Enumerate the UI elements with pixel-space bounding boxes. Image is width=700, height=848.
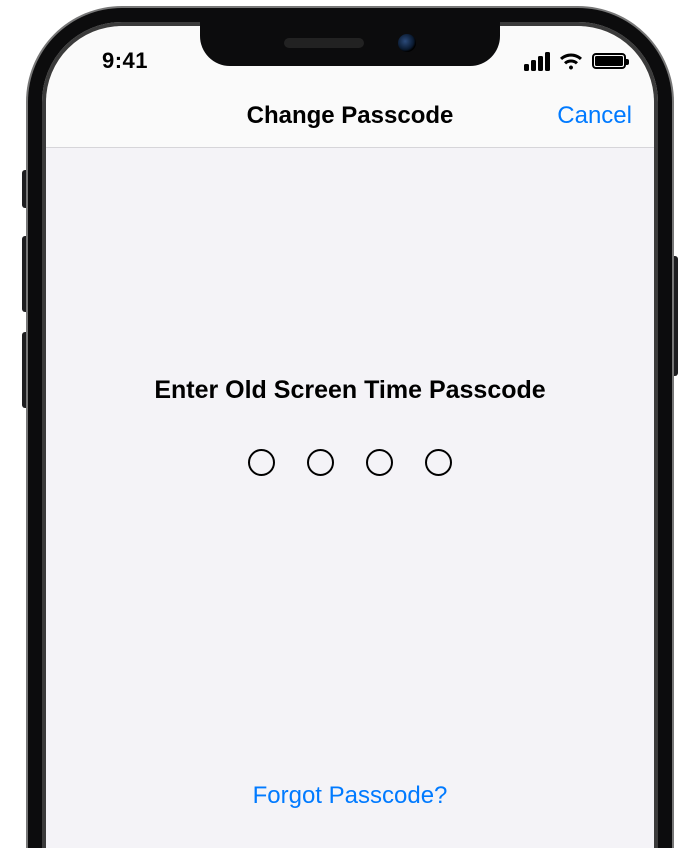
passcode-dot <box>425 449 452 476</box>
forgot-passcode-link[interactable]: Forgot Passcode? <box>46 782 654 810</box>
power-button[interactable] <box>672 256 678 376</box>
passcode-dot <box>248 449 275 476</box>
cellular-signal-icon <box>524 52 550 71</box>
status-time: 9:41 <box>46 48 204 74</box>
notch <box>284 34 416 52</box>
cancel-button[interactable]: Cancel <box>557 102 632 130</box>
passcode-field[interactable] <box>46 449 654 476</box>
nav-title: Change Passcode <box>247 102 454 130</box>
speaker-grille <box>284 38 364 48</box>
front-camera <box>398 34 416 52</box>
passcode-dot <box>307 449 334 476</box>
passcode-prompt: Enter Old Screen Time Passcode <box>46 376 654 405</box>
battery-icon <box>592 53 626 69</box>
wifi-icon <box>559 51 583 71</box>
content-area: Enter Old Screen Time Passcode Forgot Pa… <box>46 148 654 848</box>
passcode-dot <box>366 449 393 476</box>
navigation-bar: Change Passcode Cancel <box>46 84 654 148</box>
device-frame: 9:41 Change Passcode Cancel <box>28 8 672 848</box>
screen: 9:41 Change Passcode Cancel <box>46 26 654 848</box>
